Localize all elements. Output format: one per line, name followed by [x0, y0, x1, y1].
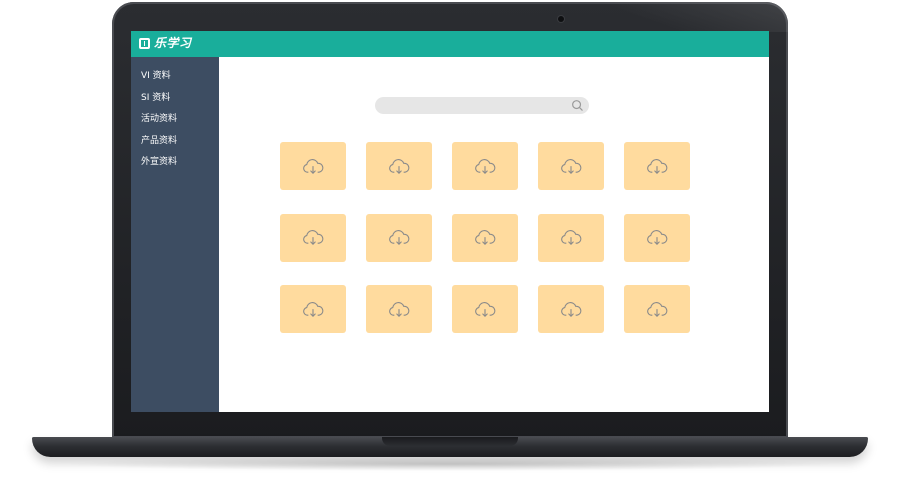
camera-icon: [558, 16, 564, 22]
cloud-download-icon: [389, 301, 410, 317]
download-tile[interactable]: [366, 285, 432, 333]
download-tile[interactable]: [366, 142, 432, 190]
laptop-base: [32, 437, 868, 457]
download-tile[interactable]: [452, 213, 518, 262]
download-tile[interactable]: [366, 213, 432, 262]
cloud-download-icon: [561, 230, 582, 245]
cloud-download-icon: [475, 158, 496, 174]
search-icon[interactable]: [571, 99, 584, 112]
lid-gloss: [598, 2, 788, 32]
download-tile[interactable]: [538, 142, 604, 190]
app-screen: 乐学习 VI 资料 SI 资料 活动资料 产品资料 外宣资料: [131, 31, 769, 412]
download-tile[interactable]: [452, 285, 518, 333]
sidebar-item-product[interactable]: 产品资料: [141, 136, 177, 147]
search-input[interactable]: [383, 97, 563, 114]
laptop-mockup: 乐学习 VI 资料 SI 资料 活动资料 产品资料 外宣资料: [0, 0, 900, 487]
cloud-download-icon: [389, 158, 410, 174]
logo-icon: [139, 37, 150, 49]
base-notch: [382, 437, 518, 446]
cloud-download-icon: [647, 230, 668, 245]
sidebar-item-si[interactable]: SI 资料: [141, 93, 177, 104]
sidebar: VI 资料 SI 资料 活动资料 产品资料 外宣资料: [131, 57, 219, 412]
download-tile[interactable]: [538, 285, 604, 333]
sidebar-item-vi[interactable]: VI 资料: [141, 71, 177, 82]
logo-text: 乐学习: [154, 36, 192, 50]
cloud-download-icon: [475, 301, 496, 317]
cloud-download-icon: [475, 230, 496, 245]
search-bar: [375, 97, 589, 114]
cloud-download-icon: [303, 301, 324, 317]
sidebar-menu: VI 资料 SI 资料 活动资料 产品资料 外宣资料: [141, 71, 177, 179]
top-bar: 乐学习: [131, 31, 769, 57]
app-logo[interactable]: 乐学习: [139, 36, 192, 50]
download-tile[interactable]: [280, 213, 346, 262]
main-content: [219, 57, 769, 412]
sidebar-item-publicity[interactable]: 外宣资料: [141, 157, 177, 168]
cloud-download-icon: [303, 230, 324, 245]
download-tile[interactable]: [452, 142, 518, 190]
download-grid: [280, 142, 692, 333]
cloud-download-icon: [561, 301, 582, 317]
cloud-download-icon: [561, 158, 582, 174]
laptop-shadow: [60, 457, 840, 471]
download-tile[interactable]: [624, 142, 690, 190]
sidebar-item-activity[interactable]: 活动资料: [141, 114, 177, 125]
download-tile[interactable]: [280, 142, 346, 190]
cloud-download-icon: [647, 301, 668, 317]
cloud-download-icon: [389, 230, 410, 245]
download-tile[interactable]: [280, 285, 346, 333]
download-tile[interactable]: [624, 213, 690, 262]
cloud-download-icon: [303, 158, 324, 174]
cloud-download-icon: [647, 158, 668, 174]
download-tile[interactable]: [538, 213, 604, 262]
download-tile[interactable]: [624, 285, 690, 333]
